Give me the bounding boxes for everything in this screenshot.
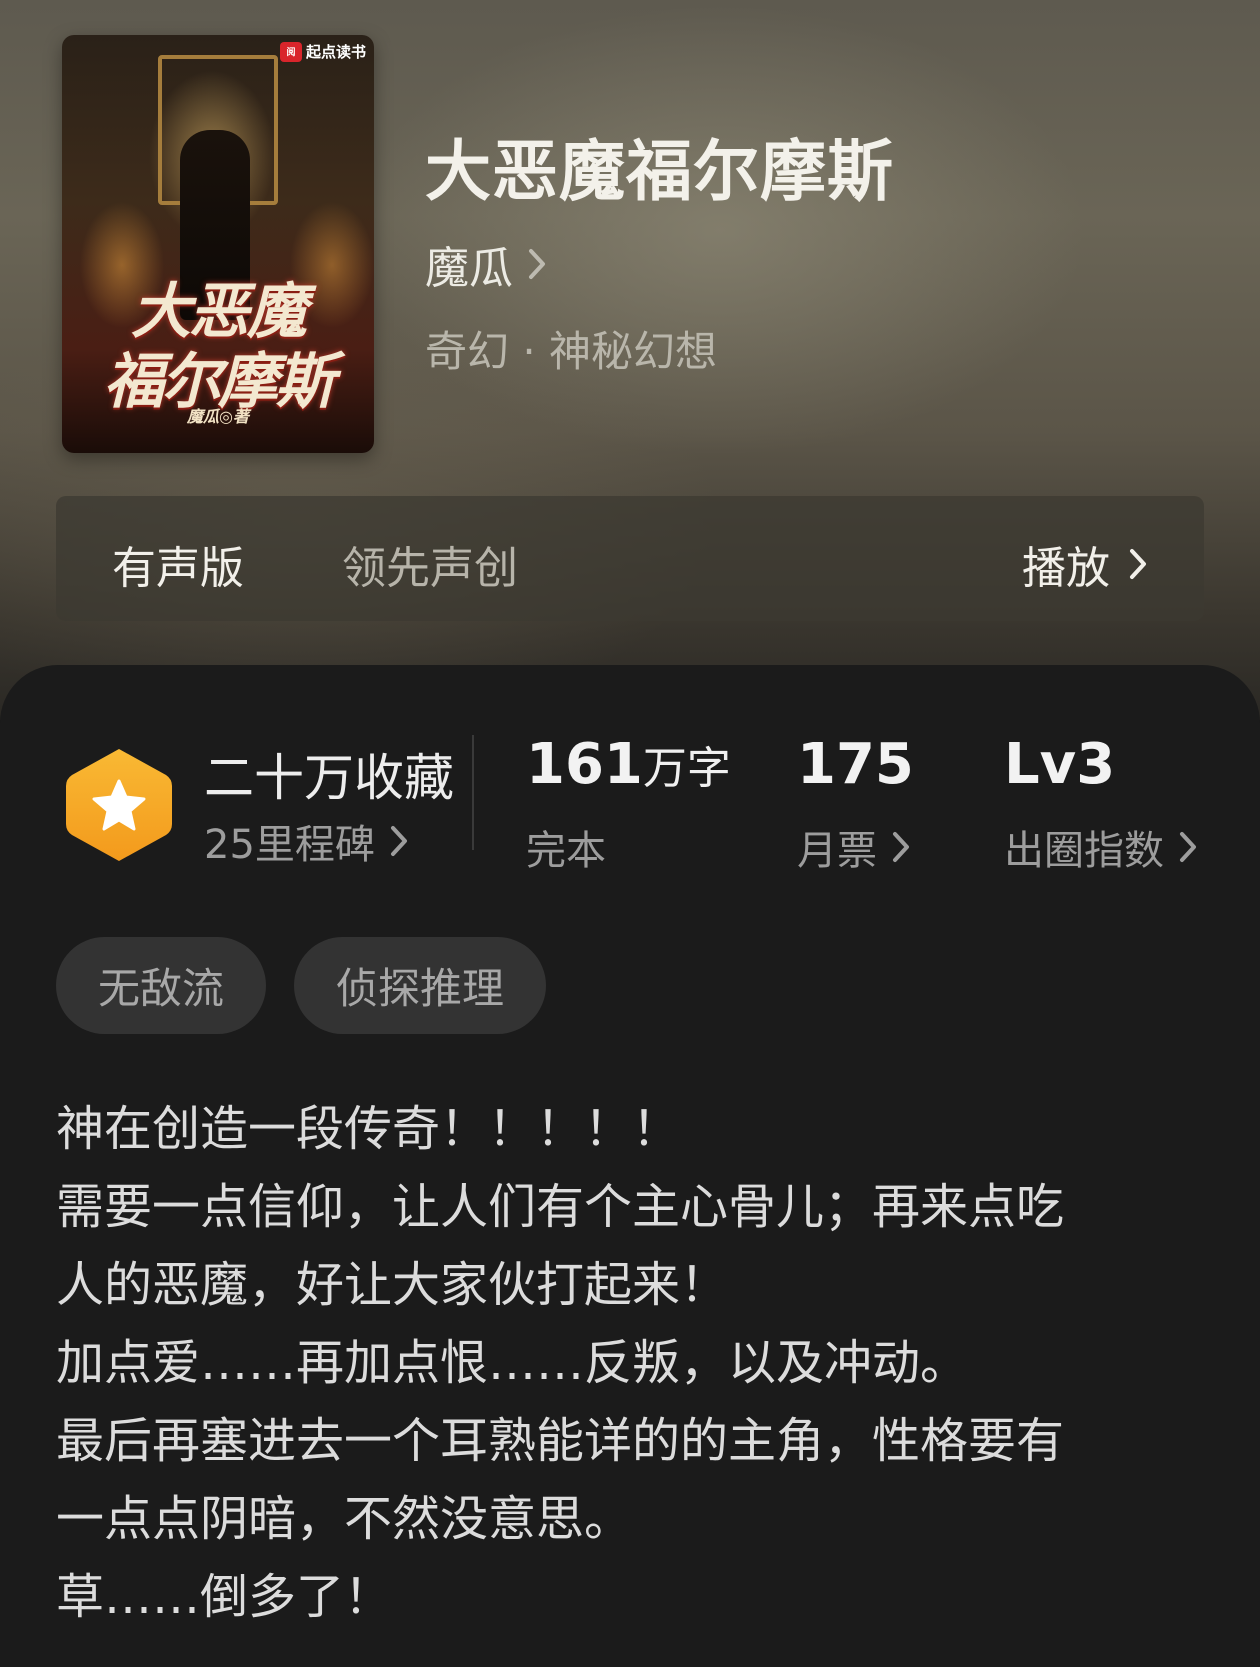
completion-status: 完本 xyxy=(526,828,606,874)
chevron-right-icon xyxy=(893,832,909,862)
popularity-index-link[interactable]: 出圈指数 xyxy=(1004,818,1198,876)
intro-line: 人的恶魔，好让大家伙打起来！ xyxy=(56,1257,729,1313)
book-title: 大恶魔福尔摩斯 xyxy=(425,132,894,210)
intro-line: 需要一点信仰，让人们有个主心骨儿；再来点吃 xyxy=(56,1179,1065,1235)
audio-version-label: 有声版 xyxy=(112,543,244,594)
audio-play-label: 播放 xyxy=(1022,543,1110,594)
intro-line: 加点爱……再加点恨……反叛，以及冲动。 xyxy=(56,1335,969,1391)
word-count-unit: 万字 xyxy=(642,743,731,794)
book-cover[interactable]: 阅 起点读书 大恶魔 福尔摩斯 魔瓜◎著 xyxy=(62,35,374,453)
book-genre: 奇幻 · 神秘幻想 xyxy=(425,327,718,376)
milestone-link[interactable]: 25里程碑 xyxy=(204,812,409,870)
publisher-badge: 阅 起点读书 xyxy=(279,41,366,62)
intro-line: 一点点阴暗，不然没意思。 xyxy=(56,1491,633,1547)
audio-version-subtitle: 领先声创 xyxy=(342,543,518,594)
word-count: 161万字 xyxy=(526,732,731,797)
audio-version-bar[interactable]: 有声版 领先声创 播放 xyxy=(56,496,1204,621)
audio-play-button[interactable]: 播放 xyxy=(1022,532,1148,596)
chevron-right-icon xyxy=(1130,549,1146,579)
popularity-index-label: 出圈指数 xyxy=(1004,828,1164,874)
publisher-logo-icon: 阅 xyxy=(279,41,302,62)
milestone-label: 25里程碑 xyxy=(204,822,375,868)
author-name: 魔瓜 xyxy=(425,243,513,294)
star-icon[interactable] xyxy=(64,745,174,865)
publisher-name: 起点读书 xyxy=(305,43,366,61)
tag-chip[interactable]: 侦探推理 xyxy=(294,937,546,1034)
book-introduction[interactable]: 神在创造一段传奇！！！！！ 需要一点信仰，让人们有个主心骨儿；再来点吃 人的恶魔… xyxy=(56,1090,1206,1636)
intro-line: 草……倒多了！ xyxy=(56,1569,393,1625)
intro-line: 最后再塞进去一个耳熟能详的的主角，性格要有 xyxy=(56,1413,1065,1469)
monthly-votes-link[interactable]: 月票 xyxy=(797,818,911,876)
tag-chip[interactable]: 无敌流 xyxy=(56,937,266,1034)
chevron-right-icon xyxy=(1180,832,1196,862)
collection-count[interactable]: 二十万收藏 xyxy=(204,738,454,810)
monthly-votes-value: 175 xyxy=(797,732,914,797)
popularity-level: Lv3 xyxy=(1004,732,1116,797)
cover-author-credit: 魔瓜◎著 xyxy=(187,407,249,426)
monthly-votes-label: 月票 xyxy=(797,828,877,874)
author-link[interactable]: 魔瓜 xyxy=(425,232,547,296)
chevron-right-icon xyxy=(529,249,545,279)
stats-divider xyxy=(472,735,474,850)
chevron-right-icon xyxy=(390,826,407,856)
word-count-value: 161 xyxy=(526,732,643,797)
intro-line: 神在创造一段传奇！！！！！ xyxy=(56,1101,681,1157)
